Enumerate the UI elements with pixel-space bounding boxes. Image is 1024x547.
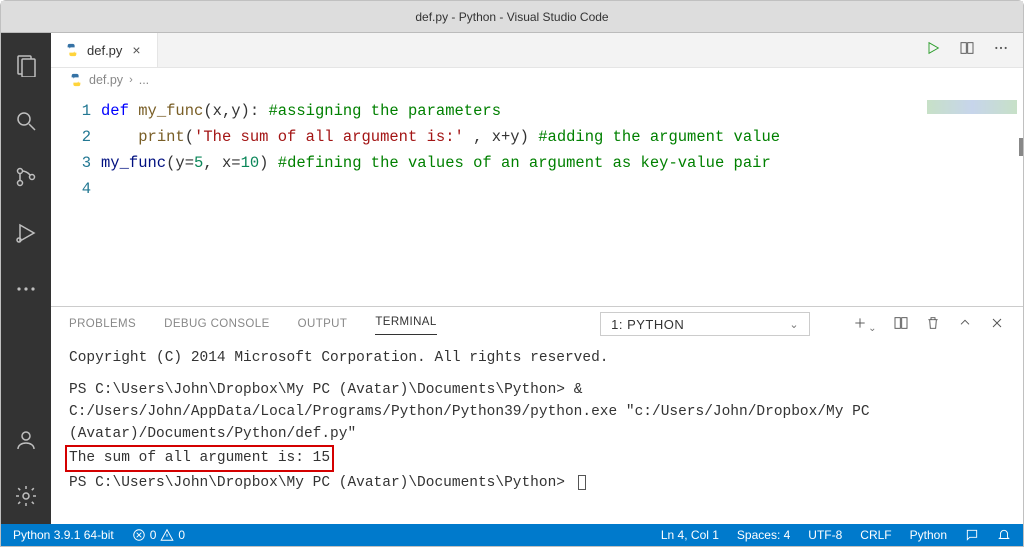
tab-label: def.py	[87, 43, 122, 58]
editor-more-icon[interactable]	[993, 40, 1009, 61]
terminal-output[interactable]: Copyright (C) 2014 Microsoft Corporation…	[51, 341, 1023, 524]
search-icon[interactable]	[12, 107, 40, 135]
run-debug-icon[interactable]	[12, 219, 40, 247]
line-number: 1	[51, 98, 91, 124]
editor-area: def.py × def.py › ... 1 2 3	[51, 33, 1023, 524]
status-python-version[interactable]: Python 3.9.1 64-bit	[13, 528, 114, 542]
status-encoding[interactable]: UTF-8	[808, 528, 842, 542]
feedback-icon[interactable]	[965, 528, 979, 542]
trash-icon[interactable]	[925, 315, 941, 334]
python-file-icon	[69, 73, 83, 87]
status-line-col[interactable]: Ln 4, Col 1	[661, 528, 719, 542]
tab-debug-console[interactable]: DEBUG CONSOLE	[164, 316, 270, 332]
title-bar[interactable]: def.py - Python - Visual Studio Code	[1, 1, 1023, 33]
terminal-line: Copyright (C) 2014 Microsoft Corporation…	[69, 347, 1005, 369]
more-icon[interactable]	[12, 275, 40, 303]
explorer-icon[interactable]	[12, 51, 40, 79]
status-spaces[interactable]: Spaces: 4	[737, 528, 790, 542]
status-bar: Python 3.9.1 64-bit 00 Ln 4, Col 1 Space…	[1, 524, 1023, 546]
app-body: def.py × def.py › ... 1 2 3	[1, 33, 1023, 524]
app-window: def.py - Python - Visual Studio Code def…	[0, 0, 1024, 547]
terminal-selector[interactable]: 1: Python ⌄	[600, 312, 810, 336]
activity-bar	[1, 33, 51, 524]
minimap[interactable]	[927, 100, 1017, 114]
new-terminal-icon[interactable]: ⌄	[852, 315, 877, 334]
tab-output[interactable]: OUTPUT	[298, 316, 348, 332]
tab-defpy[interactable]: def.py ×	[51, 33, 158, 67]
split-terminal-icon[interactable]	[893, 315, 909, 334]
status-errors[interactable]: 00	[132, 528, 185, 542]
terminal-cursor	[578, 475, 586, 490]
window-title: def.py - Python - Visual Studio Code	[415, 10, 608, 24]
chevron-down-icon: ⌄	[789, 318, 799, 331]
status-eol[interactable]: CRLF	[860, 528, 891, 542]
bell-icon[interactable]	[997, 528, 1011, 542]
line-number: 2	[51, 124, 91, 150]
code-content[interactable]: def my_func(x,y): #assigning the paramet…	[101, 92, 1023, 306]
source-control-icon[interactable]	[12, 163, 40, 191]
overview-ruler-mark	[1019, 138, 1023, 156]
breadcrumb[interactable]: def.py › ...	[51, 68, 1023, 92]
panel-tabs: PROBLEMS DEBUG CONSOLE OUTPUT TERMINAL 1…	[51, 307, 1023, 341]
code-editor[interactable]: 1 2 3 4 def my_func(x,y): #assigning the…	[51, 92, 1023, 306]
close-panel-icon[interactable]	[989, 315, 1005, 334]
line-gutter: 1 2 3 4	[51, 92, 101, 306]
breadcrumb-file: def.py	[89, 73, 123, 87]
maximize-panel-icon[interactable]	[957, 315, 973, 334]
bottom-panel: PROBLEMS DEBUG CONSOLE OUTPUT TERMINAL 1…	[51, 306, 1023, 524]
account-icon[interactable]	[12, 426, 40, 454]
terminal-line-highlighted: The sum of all argument is: 15	[69, 445, 1005, 472]
settings-gear-icon[interactable]	[12, 482, 40, 510]
breadcrumb-more: ...	[139, 73, 149, 87]
terminal-select-label: 1: Python	[611, 317, 684, 332]
tab-problems[interactable]: PROBLEMS	[69, 316, 136, 332]
chevron-right-icon: ›	[129, 74, 133, 86]
panel-actions: ⌄	[852, 315, 1005, 334]
split-editor-icon[interactable]	[959, 40, 975, 61]
terminal-prompt: PS C:\Users\John\Dropbox\My PC (Avatar)\…	[69, 472, 1005, 494]
run-file-icon[interactable]	[925, 40, 941, 61]
tab-terminal[interactable]: TERMINAL	[375, 314, 436, 335]
close-tab-icon[interactable]: ×	[130, 42, 142, 58]
line-number: 3	[51, 150, 91, 176]
tab-bar: def.py ×	[51, 33, 1023, 68]
terminal-line: PS C:\Users\John\Dropbox\My PC (Avatar)\…	[69, 379, 1005, 445]
editor-actions	[925, 33, 1023, 67]
status-language[interactable]: Python	[910, 528, 947, 542]
line-number: 4	[51, 176, 91, 202]
python-file-icon	[65, 43, 79, 57]
